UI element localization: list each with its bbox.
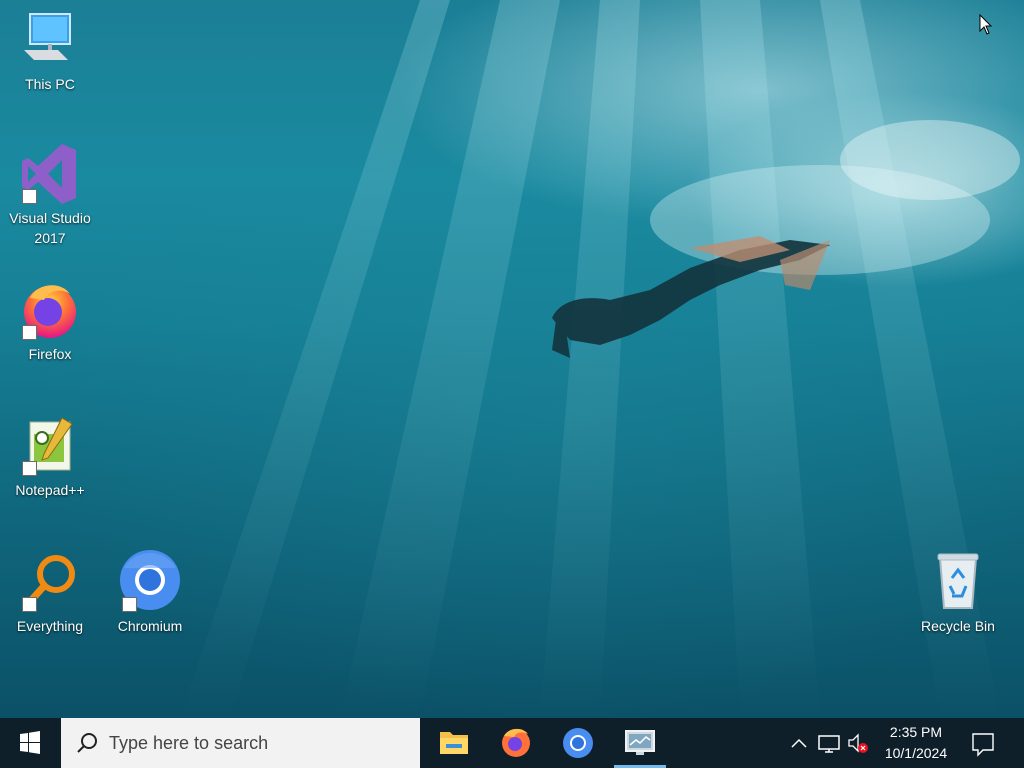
clock-date: 10/1/2024 xyxy=(884,745,948,761)
taskbar-firefox[interactable] xyxy=(490,718,542,768)
desktop-icon-label: This PC xyxy=(25,76,75,92)
desktop-icon-chromium[interactable]: Chromium xyxy=(102,550,198,636)
search-icon xyxy=(77,733,97,753)
taskbar-clock[interactable]: 2:35 PM 10/1/2024 xyxy=(876,722,956,764)
shortcut-arrow-icon xyxy=(22,597,37,612)
chromium-icon xyxy=(563,728,593,758)
windows-logo-icon xyxy=(20,731,40,754)
start-button[interactable] xyxy=(0,718,60,768)
taskbar-remote-desktop[interactable] xyxy=(614,718,666,768)
desktop-icon-label-line1: Visual Studio xyxy=(9,210,91,226)
file-explorer-icon xyxy=(440,732,468,754)
search-placeholder: Type here to search xyxy=(109,733,269,753)
shortcut-arrow-icon xyxy=(122,597,137,612)
action-center-icon[interactable] xyxy=(968,718,998,768)
taskbar-search-box[interactable]: Type here to search xyxy=(61,718,420,768)
recycle-bin-icon xyxy=(926,550,990,614)
shortcut-arrow-icon xyxy=(22,325,37,340)
desktop-icon-label-line2: 2017 xyxy=(34,230,66,246)
chevron-up-icon[interactable] xyxy=(788,718,810,768)
desktop-icon-visual-studio-2017[interactable]: Visual Studio 2017 xyxy=(2,142,98,248)
desktop-icon-label: Recycle Bin xyxy=(921,618,995,634)
volume-muted-icon[interactable] xyxy=(846,718,870,768)
notepad-plus-plus-icon xyxy=(18,414,82,478)
desktop-icon-label: Notepad++ xyxy=(15,482,85,498)
desktop-icon-everything[interactable]: Everything xyxy=(2,550,98,636)
desktop-wallpaper[interactable]: This PC Visual Studio 2017 Firefox Notep… xyxy=(0,0,1024,718)
taskbar-chromium[interactable] xyxy=(552,718,604,768)
diver-silhouette xyxy=(552,236,830,358)
firefox-icon xyxy=(18,278,82,342)
clock-time: 2:35 PM xyxy=(889,724,943,740)
shortcut-arrow-icon xyxy=(22,461,37,476)
shortcut-arrow-icon xyxy=(22,189,37,204)
desktop-icon-label: Chromium xyxy=(117,618,183,634)
desktop-icon-this-pc[interactable]: This PC xyxy=(2,8,98,94)
everything-search-icon xyxy=(18,550,82,614)
chromium-icon xyxy=(118,550,182,614)
taskbar: Type here to search 2:35 PM 10/1/2024 xyxy=(0,718,1024,768)
desktop-icon-notepad-plus-plus[interactable]: Notepad++ xyxy=(2,414,98,500)
taskbar-file-explorer[interactable] xyxy=(428,718,480,768)
mouse-cursor-icon xyxy=(979,14,993,35)
desktop-icon-label: Firefox xyxy=(28,346,72,362)
network-icon[interactable] xyxy=(816,718,842,768)
desktop-icon-recycle-bin[interactable]: Recycle Bin xyxy=(910,550,1006,636)
firefox-icon xyxy=(502,728,530,757)
desktop-icon-label: Everything xyxy=(16,618,84,634)
visual-studio-icon xyxy=(18,142,82,206)
desktop-icon-firefox[interactable]: Firefox xyxy=(2,278,98,364)
this-pc-icon xyxy=(18,8,82,72)
remote-desktop-icon xyxy=(625,730,655,755)
